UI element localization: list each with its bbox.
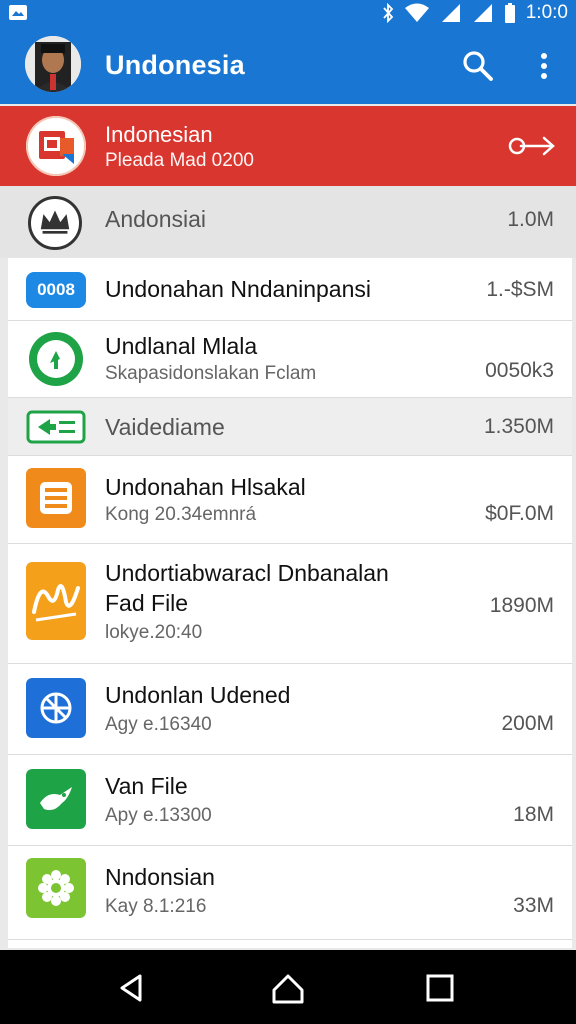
home-icon[interactable] xyxy=(268,968,308,1008)
search-icon[interactable] xyxy=(460,48,496,84)
item-subtitle: Agy e.16340 xyxy=(105,714,212,735)
list-item[interactable]: Undonlan Udened Agy e.16340 200M xyxy=(8,664,572,755)
list-item[interactable]: Undortiabwaracl Dnbanalan Fad File lokye… xyxy=(8,544,572,664)
refresh-icon xyxy=(29,332,83,386)
back-icon[interactable] xyxy=(112,968,152,1008)
image-notification-icon xyxy=(9,5,27,20)
recents-icon[interactable] xyxy=(420,968,460,1008)
item-size: 200M xyxy=(501,712,554,735)
globe-icon xyxy=(26,678,86,738)
promo-title: Indonesian xyxy=(105,122,213,147)
clock: 1:0:0 xyxy=(525,2,568,23)
code-icon: 0008 xyxy=(26,272,86,308)
item-subtitle: lokye.20:40 xyxy=(105,622,203,643)
item-size: 1.350M xyxy=(483,415,554,438)
status-icons: 1:0:0 xyxy=(382,2,568,24)
item-name: Van File xyxy=(105,773,188,799)
summary-row[interactable]: Andonsiai 1.0M xyxy=(0,186,576,258)
item-name: Vaidediame xyxy=(105,414,225,440)
item-subtitle: Kay 8.1:216 xyxy=(105,896,207,917)
item-name: Undonlan Udened xyxy=(105,682,291,708)
item-subtitle: Kong 20.34emnrá xyxy=(105,504,257,525)
list-item[interactable]: Van File Apy e.13300 18M xyxy=(8,755,572,846)
item-name: Undlanal Mlala xyxy=(105,333,258,359)
bird-icon xyxy=(26,769,86,829)
signature-icon xyxy=(26,562,86,640)
code-icon-label: 0008 xyxy=(37,280,75,299)
app-title: Undonesia xyxy=(105,50,245,80)
list-item[interactable]: Undonahan Hlsakal Kong 20.34emnrá $0F.0M xyxy=(8,456,572,544)
item-size: 1890M xyxy=(489,594,554,617)
item-subtitle: Skapasidonslakan Fclam xyxy=(105,363,317,384)
list-item[interactable]: Undlanal Mlala Skapasidonslakan Fclam 00… xyxy=(8,321,572,398)
summary-size: 1.0M xyxy=(507,208,554,231)
crown-icon xyxy=(28,196,82,250)
item-name: Undonahan Hlsakal xyxy=(105,474,306,500)
wifi-icon xyxy=(404,3,429,22)
nav-bar xyxy=(0,950,576,1024)
app-bar: Undonesia xyxy=(0,26,576,104)
item-subtitle: Apy e.13300 xyxy=(105,805,212,826)
app-list: 0008 Undonahan Nndaninpansi 1.-$SM Undla… xyxy=(8,258,572,948)
summary-label: Andonsiai xyxy=(105,206,207,232)
office-icon xyxy=(26,116,86,176)
avatar-image xyxy=(25,36,81,92)
item-size: 0050k3 xyxy=(485,359,554,382)
exit-icon xyxy=(26,410,86,444)
document-icon xyxy=(26,468,86,528)
promo-subtitle: Pleada Mad 0200 xyxy=(105,150,254,171)
list-item[interactable]: 0008 Undonahan Nndaninpansi 1.-$SM xyxy=(8,258,572,321)
battery-icon xyxy=(504,3,515,23)
item-size: 18M xyxy=(513,803,554,826)
signal-icon-2 xyxy=(473,4,492,22)
status-bar: 1:0:0 xyxy=(0,0,576,26)
item-name: Undonahan Nndaninpansi xyxy=(105,276,371,302)
avatar[interactable] xyxy=(25,36,81,92)
promo-row[interactable]: Indonesian Pleada Mad 0200 xyxy=(0,106,576,186)
screen: 1:0:0 Undonesia Indonesian Pleada Mad 02… xyxy=(0,0,576,1024)
item-size: 33M xyxy=(513,894,554,917)
item-name: Nndonsian xyxy=(105,864,215,890)
bluetooth-icon xyxy=(383,3,393,23)
more-vert-icon[interactable] xyxy=(530,48,558,84)
list-item[interactable]: Vaidediame 1.350M xyxy=(8,398,572,456)
item-name: Undortiabwaracl Dnbanalan xyxy=(105,560,389,586)
item-size: $0F.0M xyxy=(485,502,554,525)
item-size: 1.-$SM xyxy=(486,278,554,301)
list-item[interactable]: Nndonsian Kay 8.1:216 33M xyxy=(8,846,572,940)
item-name-line2: Fad File xyxy=(105,590,189,616)
share-arrow-icon[interactable] xyxy=(506,132,558,160)
gear-icon xyxy=(26,858,86,918)
signal-icon xyxy=(441,4,460,22)
